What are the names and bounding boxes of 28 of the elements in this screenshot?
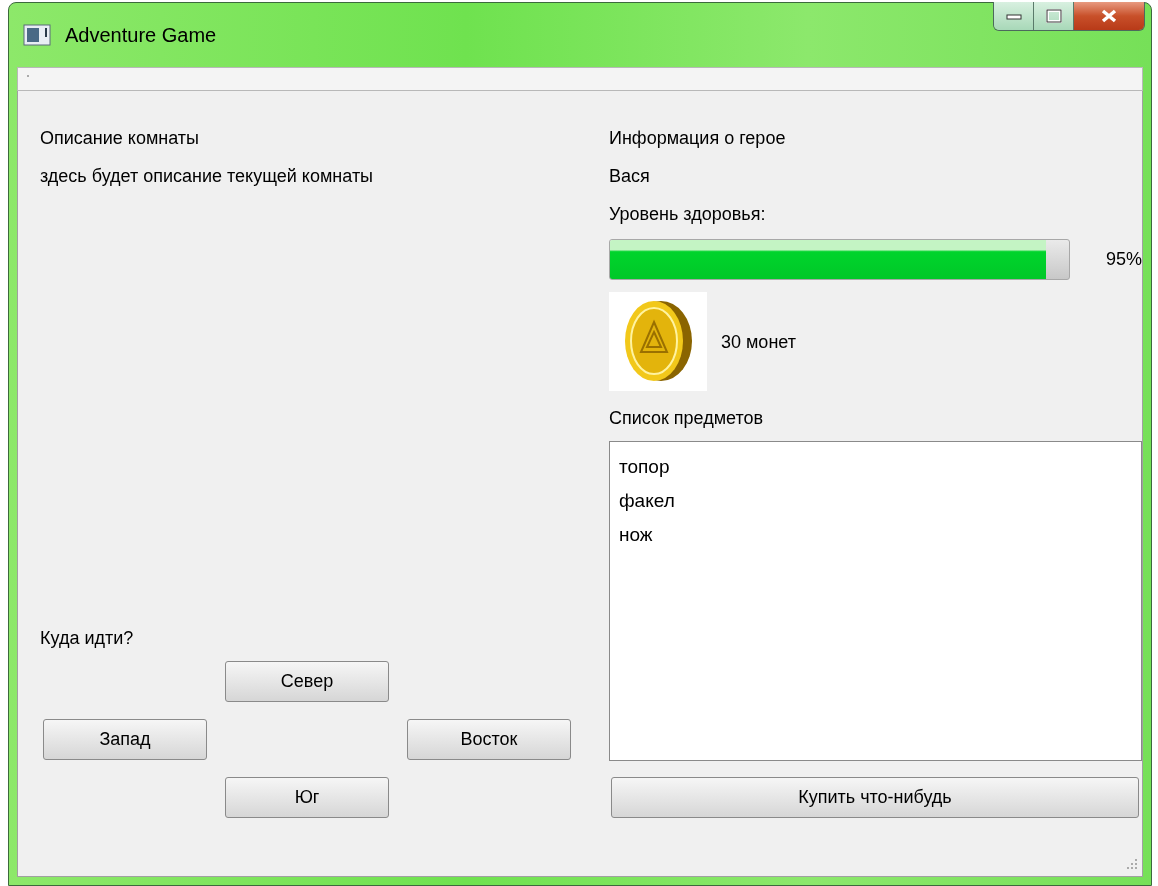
grip-icon xyxy=(26,74,30,78)
direction-button[interactable]: Восток xyxy=(407,719,571,760)
minimize-button[interactable] xyxy=(994,2,1034,30)
maximize-icon xyxy=(1045,9,1062,23)
hero-heading: Информация о герое xyxy=(608,127,787,150)
window-title: Adventure Game xyxy=(65,23,217,47)
list-item[interactable]: топор xyxy=(618,450,670,484)
buy-button[interactable]: Купить что-нибудь xyxy=(610,777,1139,818)
close-icon xyxy=(1100,9,1118,23)
close-button[interactable] xyxy=(1074,2,1144,30)
health-reading: 95% xyxy=(1105,249,1142,270)
size-grip-icon xyxy=(1124,858,1138,872)
items-heading: Список предметов xyxy=(608,407,765,430)
direction-button[interactable]: Север xyxy=(225,661,389,702)
coin-count: 30 монет xyxy=(720,330,796,354)
list-item[interactable]: факел xyxy=(618,484,675,518)
list-item[interactable]: нож xyxy=(618,518,653,552)
health-label: Уровень здоровья: xyxy=(608,203,767,226)
coin-icon xyxy=(608,292,707,391)
maximize-button[interactable] xyxy=(1034,2,1074,30)
direction-button[interactable]: Запад xyxy=(43,719,207,760)
minimize-icon xyxy=(1005,12,1022,20)
direction-button[interactable]: Юг xyxy=(225,777,389,818)
room-description: здесь будет описание текущей комнаты xyxy=(40,165,375,188)
room-heading: Описание комнаты xyxy=(40,127,201,150)
hero-name: Вася xyxy=(608,165,651,188)
window-icon xyxy=(23,24,51,46)
direction-prompt: Куда идти? xyxy=(40,627,135,650)
